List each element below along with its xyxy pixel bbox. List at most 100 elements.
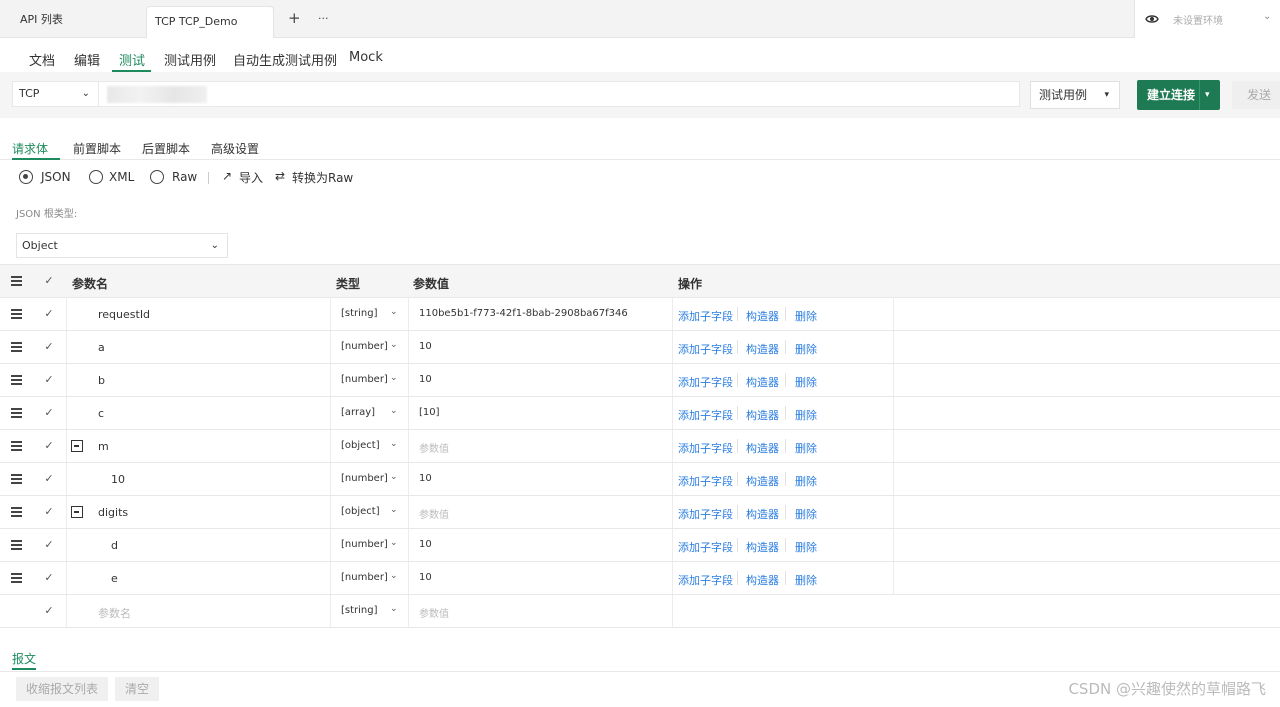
delete-link[interactable]: 删除 (795, 440, 817, 456)
caret-down-icon[interactable]: ▾ (1205, 80, 1210, 110)
param-value[interactable]: 参数值 (419, 440, 449, 455)
add-child-field-link[interactable]: 添加子字段 (678, 506, 733, 522)
builder-link[interactable]: 构造器 (746, 440, 779, 456)
type-select[interactable]: [number] (341, 539, 388, 550)
builder-link[interactable]: 构造器 (746, 506, 779, 522)
radio-json[interactable] (19, 170, 33, 184)
drag-handle-icon[interactable] (11, 375, 22, 385)
param-name[interactable]: e (111, 572, 118, 585)
protocol-select[interactable]: TCP ⌄ (12, 81, 98, 107)
builder-link[interactable]: 构造器 (746, 308, 779, 324)
delete-link[interactable]: 删除 (795, 407, 817, 423)
delete-link[interactable]: 删除 (795, 473, 817, 489)
nav-docs[interactable]: 文档 (29, 50, 55, 72)
tab-post-script[interactable]: 后置脚本 (142, 140, 190, 160)
add-tab-icon[interactable]: + (288, 9, 301, 27)
param-value[interactable]: 110be5b1-f773-42f1-8bab-2908ba67f346 (419, 308, 628, 319)
nav-auto-test-cases[interactable]: 自动生成测试用例 (233, 50, 337, 72)
delete-link[interactable]: 删除 (795, 374, 817, 390)
nav-test[interactable]: 测试 (112, 50, 151, 72)
connect-button[interactable]: 建立连接 ▾ (1137, 80, 1220, 110)
drag-handle-icon[interactable] (11, 573, 22, 583)
row-checkbox[interactable]: ✓ (42, 439, 56, 453)
add-child-field-link[interactable]: 添加子字段 (678, 407, 733, 423)
param-value[interactable]: 10 (419, 539, 432, 550)
builder-link[interactable]: 构造器 (746, 539, 779, 555)
add-child-field-link[interactable]: 添加子字段 (678, 572, 733, 588)
param-name[interactable]: requestId (98, 308, 150, 321)
param-value[interactable]: 10 (419, 572, 432, 583)
convert-raw-button[interactable]: 转换为Raw (292, 169, 353, 186)
drag-handle-icon[interactable] (11, 309, 22, 319)
row-checkbox[interactable]: ✓ (42, 604, 56, 618)
row-checkbox[interactable]: ✓ (42, 406, 56, 420)
param-name[interactable]: d (111, 539, 118, 552)
add-child-field-link[interactable]: 添加子字段 (678, 374, 733, 390)
environment-selector[interactable]: 未设置环境 ⌄ (1134, 0, 1280, 38)
nav-edit[interactable]: 编辑 (74, 50, 100, 72)
tab-pre-script[interactable]: 前置脚本 (73, 140, 121, 160)
type-select[interactable]: [string] (341, 605, 378, 616)
radio-raw[interactable] (150, 170, 164, 184)
drag-handle-icon[interactable] (11, 408, 22, 418)
delete-link[interactable]: 删除 (795, 308, 817, 324)
add-child-field-link[interactable]: 添加子字段 (678, 539, 733, 555)
delete-link[interactable]: 删除 (795, 572, 817, 588)
more-icon[interactable]: ··· (318, 10, 329, 28)
row-checkbox[interactable]: ✓ (42, 373, 56, 387)
collapse-icon[interactable] (71, 506, 83, 518)
collapse-message-list-button[interactable]: 收缩报文列表 (16, 677, 109, 701)
builder-link[interactable]: 构造器 (746, 374, 779, 390)
type-select[interactable]: [object] (341, 506, 380, 517)
type-select[interactable]: [object] (341, 440, 380, 451)
row-checkbox[interactable]: ✓ (42, 472, 56, 486)
json-root-type-select[interactable]: Object ⌄ (16, 233, 228, 258)
tab-advanced[interactable]: 高级设置 (211, 140, 259, 160)
param-value[interactable]: 10 (419, 473, 432, 484)
param-name[interactable]: b (98, 374, 105, 387)
clear-button[interactable]: 清空 (115, 677, 160, 701)
param-value[interactable]: 10 (419, 374, 432, 385)
collapse-icon[interactable] (71, 440, 83, 452)
builder-link[interactable]: 构造器 (746, 473, 779, 489)
tab-api-list[interactable]: API 列表 (2, 0, 144, 38)
row-checkbox[interactable]: ✓ (42, 538, 56, 552)
radio-xml[interactable] (89, 170, 103, 184)
type-select[interactable]: [number] (341, 341, 388, 352)
type-select[interactable]: [number] (341, 572, 388, 583)
drag-handle-icon[interactable] (11, 474, 22, 484)
drag-handle-icon[interactable] (11, 441, 22, 451)
type-select[interactable]: [number] (341, 473, 388, 484)
address-input[interactable] (98, 81, 1020, 107)
nav-mock[interactable]: Mock (349, 50, 383, 72)
type-select[interactable]: [string] (341, 308, 378, 319)
param-name[interactable]: m (98, 440, 109, 453)
param-value[interactable]: 参数值 (419, 506, 449, 521)
param-name[interactable]: a (98, 341, 105, 354)
add-child-field-link[interactable]: 添加子字段 (678, 308, 733, 324)
drag-handle-icon[interactable] (11, 540, 22, 550)
row-checkbox[interactable]: ✓ (42, 340, 56, 354)
row-checkbox[interactable]: ✓ (42, 307, 56, 321)
drag-handle-icon[interactable] (11, 507, 22, 517)
add-child-field-link[interactable]: 添加子字段 (678, 440, 733, 456)
row-checkbox[interactable]: ✓ (42, 571, 56, 585)
type-select[interactable]: [array] (341, 407, 375, 418)
tab-tcp-demo[interactable]: TCP TCP_Demo (146, 6, 274, 38)
param-name[interactable]: 参数名 (98, 605, 131, 621)
delete-link[interactable]: 删除 (795, 506, 817, 522)
param-value[interactable]: 参数值 (419, 605, 449, 620)
tab-request-body[interactable]: 请求体 (12, 140, 60, 160)
import-button[interactable]: 导入 (239, 169, 263, 186)
nav-test-cases[interactable]: 测试用例 (164, 50, 216, 72)
row-checkbox[interactable]: ✓ (42, 505, 56, 519)
send-button[interactable]: 发送 (1232, 81, 1280, 109)
param-value[interactable]: [10] (419, 407, 440, 418)
param-name[interactable]: c (98, 407, 104, 420)
delete-link[interactable]: 删除 (795, 341, 817, 357)
add-child-field-link[interactable]: 添加子字段 (678, 473, 733, 489)
builder-link[interactable]: 构造器 (746, 341, 779, 357)
builder-link[interactable]: 构造器 (746, 572, 779, 588)
drag-handle-icon[interactable] (11, 342, 22, 352)
add-child-field-link[interactable]: 添加子字段 (678, 341, 733, 357)
